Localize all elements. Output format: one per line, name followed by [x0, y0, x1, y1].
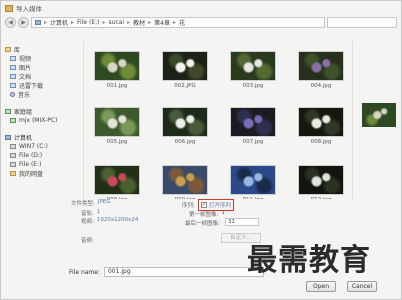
- thumbnail-item[interactable]: 012.jpg: [291, 165, 349, 199]
- sidebar-item-drive-c[interactable]: WIN7 (C:): [5, 142, 77, 151]
- breadcrumb-item[interactable]: File (E:): [77, 19, 99, 26]
- computer-icon: [5, 135, 11, 140]
- thumbnail-item[interactable]: 004.jpg: [291, 51, 349, 90]
- navigation-pane: 库 视频 图片 文档 迅雷下载 音乐 家庭组 mjx (MIX-PC) 计算机 …: [5, 41, 77, 199]
- thumbnail-image: [298, 165, 344, 195]
- sidebar-item-cloud-drive[interactable]: 我的网盘: [5, 169, 77, 178]
- library-icon: [5, 47, 11, 52]
- video-library-icon: [10, 56, 16, 61]
- thumbnail-item[interactable]: 003.jpg: [223, 51, 283, 90]
- thumbnail-image: [94, 107, 140, 137]
- vertical-scrollbar[interactable]: [352, 41, 358, 199]
- thumbnail-filename: 003.jpg: [242, 83, 264, 89]
- document-library-icon: [10, 74, 16, 79]
- drive-icon: [10, 144, 16, 149]
- thumbnail-item[interactable]: 006.jpg: [155, 107, 215, 146]
- first-frame-row: 第一帧图像: 1: [189, 210, 225, 218]
- thumbnail-filename: 001.jpg: [106, 83, 128, 89]
- sidebar-item-videos[interactable]: 视频: [5, 54, 77, 63]
- sidebar-group-homegroup[interactable]: 家庭组: [5, 107, 77, 116]
- breadcrumb-item[interactable]: 第4章: [154, 18, 170, 27]
- thumbnail-filename: 008.jpg: [310, 139, 332, 145]
- sidebar-item-drive-d[interactable]: File (D:): [5, 151, 77, 160]
- drive-icon: [10, 162, 16, 167]
- open-button[interactable]: Open: [306, 281, 336, 292]
- download-library-icon: [10, 83, 16, 88]
- breadcrumb-item[interactable]: 花: [179, 18, 185, 27]
- sidebar-item-music[interactable]: 音乐: [5, 90, 77, 99]
- search-input[interactable]: [327, 17, 397, 28]
- music-library-icon: [10, 92, 15, 97]
- sidebar-item-pictures[interactable]: 图片: [5, 63, 77, 72]
- pane-divider[interactable]: [83, 41, 84, 201]
- computer-icon: [35, 20, 41, 25]
- sidebar-group-library[interactable]: 库: [5, 45, 77, 54]
- thumbnail-item[interactable]: 009.jpg: [87, 165, 147, 199]
- breadcrumb[interactable]: ▸ 计算机 ▸ File (E:) ▸ sucai ▸ 教材 ▸ 第4章 ▸ 花: [31, 17, 325, 28]
- thumbnail-item[interactable]: 001.jpg: [87, 51, 147, 90]
- thumbnail-filename: 005.jpg: [106, 139, 128, 145]
- sidebar-item-homegroup-user[interactable]: mjx (MIX-PC): [5, 116, 77, 125]
- thumbnail-image: [298, 51, 344, 81]
- file-list: 001.jpg 002.JPG 003.jpg 004.jpg 005.jpg 006.j…: [87, 39, 349, 199]
- homegroup-icon: [5, 109, 11, 114]
- thumbnail-image: [162, 51, 208, 81]
- video-info-row: 视频: 1920x1200x24: [81, 217, 139, 225]
- import-media-dialog: 导入媒体 ◀ ▶ ▸ 计算机 ▸ File (E:) ▸ sucai ▸ 教材 …: [0, 0, 402, 300]
- thumbnail-item[interactable]: 005.jpg: [87, 107, 147, 146]
- open-sequence-label: 打开序列: [208, 203, 231, 209]
- breadcrumb-item[interactable]: sucai: [109, 19, 125, 26]
- thumbnail-image: [162, 107, 208, 137]
- thumbnail-image: [94, 51, 140, 81]
- sidebar-group-label: 库: [14, 47, 21, 54]
- sidebar-group-computer[interactable]: 计算机: [5, 133, 77, 142]
- thumbnail-image: [298, 107, 344, 137]
- thumbnail-item[interactable]: 008.jpg: [291, 107, 349, 146]
- open-sequence-checkbox[interactable]: ✓: [200, 202, 207, 208]
- thumbnail-image: [230, 165, 276, 195]
- breadcrumb-item[interactable]: 教材: [133, 18, 145, 27]
- cancel-button[interactable]: Cancel: [347, 281, 377, 292]
- title-bar: 导入媒体: [1, 1, 401, 15]
- sequence-label: 序列:: [182, 203, 195, 209]
- file-name-row: File name: 001.jpg: [69, 267, 264, 277]
- breadcrumb-item[interactable]: 计算机: [50, 18, 68, 27]
- app-icon: [5, 4, 13, 12]
- drive-icon: [10, 153, 16, 158]
- thumbnail-item[interactable]: 002.JPG: [155, 51, 215, 90]
- sidebar-item-documents[interactable]: 文档: [5, 72, 77, 81]
- preview-pane-thumbnail: [362, 103, 396, 127]
- thumbnail-image: [94, 165, 140, 195]
- window-title: 导入媒体: [16, 5, 42, 13]
- address-bar: ◀ ▶ ▸ 计算机 ▸ File (E:) ▸ sucai ▸ 教材 ▸ 第4章…: [5, 16, 397, 29]
- thumbnail-filename: 002.JPG: [174, 83, 196, 89]
- cloud-drive-icon: [10, 171, 16, 176]
- thumbnail-item[interactable]: 011.jpg: [223, 165, 283, 199]
- file-type-row: 文件类型: JPEG: [71, 199, 111, 207]
- channels-row: 音轨: 1: [81, 209, 101, 217]
- thumbnail-item[interactable]: 010.jpg: [155, 165, 215, 199]
- picture-library-icon: [10, 65, 16, 70]
- thumbnail-filename: 007.jpg: [242, 139, 264, 145]
- thumbnail-filename: 004.jpg: [310, 83, 332, 89]
- last-frame-field[interactable]: 31: [225, 218, 259, 226]
- thumbnail-filename: 006.jpg: [174, 139, 196, 145]
- user-icon: [10, 118, 16, 123]
- toolbar: [5, 30, 397, 39]
- watermark-logo: 最需教育: [247, 243, 371, 278]
- thumbnail-image: [230, 107, 276, 137]
- sidebar-item-drive-e[interactable]: File (E:): [5, 160, 77, 169]
- file-name-label: File name:: [69, 268, 100, 276]
- file-name-input[interactable]: 001.jpg: [103, 267, 264, 277]
- thumbnail-image: [162, 165, 208, 195]
- sidebar-item-thunder-downloads[interactable]: 迅雷下载: [5, 81, 77, 90]
- forward-arrow-icon[interactable]: ▶: [18, 17, 29, 28]
- back-arrow-icon[interactable]: ◀: [5, 17, 16, 28]
- audio-info-row: 音频:: [81, 238, 94, 244]
- last-frame-row: 最后一帧图像:: [185, 221, 220, 227]
- thumbnail-image: [230, 51, 276, 81]
- thumbnail-item[interactable]: 007.jpg: [223, 107, 283, 146]
